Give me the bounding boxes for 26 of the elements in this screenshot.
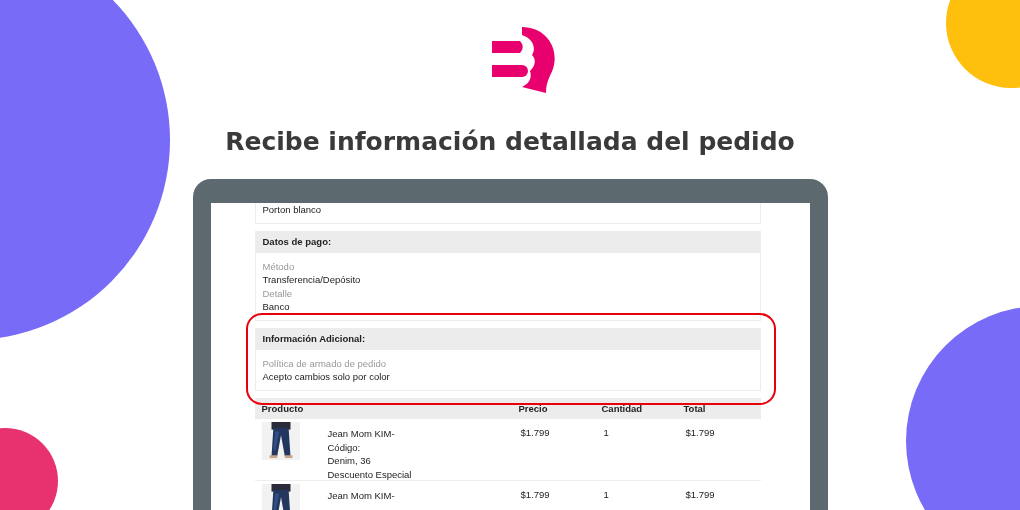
page-heading: Recibe información detallada del pedido bbox=[225, 126, 795, 158]
field-label: Política de armado de pedido bbox=[262, 357, 388, 370]
field-value: Acepto cambios solo por color bbox=[262, 370, 391, 384]
product-detail: Jean Mom KIM- bbox=[327, 427, 396, 441]
table-cell-text: 1 bbox=[603, 426, 610, 440]
column-header: Total bbox=[683, 402, 707, 416]
product-detail: Código: bbox=[327, 440, 362, 454]
product-detail: Descuento Especial bbox=[327, 467, 413, 481]
column-header: Precio bbox=[518, 402, 549, 416]
field-label: Detalle bbox=[262, 287, 294, 300]
table-cell-text: 1 bbox=[603, 488, 610, 502]
field-value: Transferencia/Depósito bbox=[262, 273, 362, 287]
product-detail: Denim, 36 bbox=[327, 454, 372, 468]
column-header: Producto bbox=[261, 402, 305, 416]
column-header: Cantidad bbox=[601, 402, 644, 416]
table-cell-text: $1.799 bbox=[685, 426, 716, 440]
field-value: Banco bbox=[262, 300, 291, 314]
field-value: Porton blanco bbox=[262, 203, 323, 217]
field-label: Método bbox=[262, 260, 296, 273]
table-cell-text: $1.799 bbox=[520, 426, 551, 440]
product-detail: Jean Mom KIM- bbox=[327, 489, 396, 503]
table-cell-text: $1.799 bbox=[520, 488, 551, 502]
section-heading: Datos de pago: bbox=[255, 231, 760, 253]
logo-icon bbox=[492, 24, 556, 94]
table-cell-text: $1.799 bbox=[685, 488, 716, 502]
section-heading: Información Adicional: bbox=[255, 328, 760, 350]
